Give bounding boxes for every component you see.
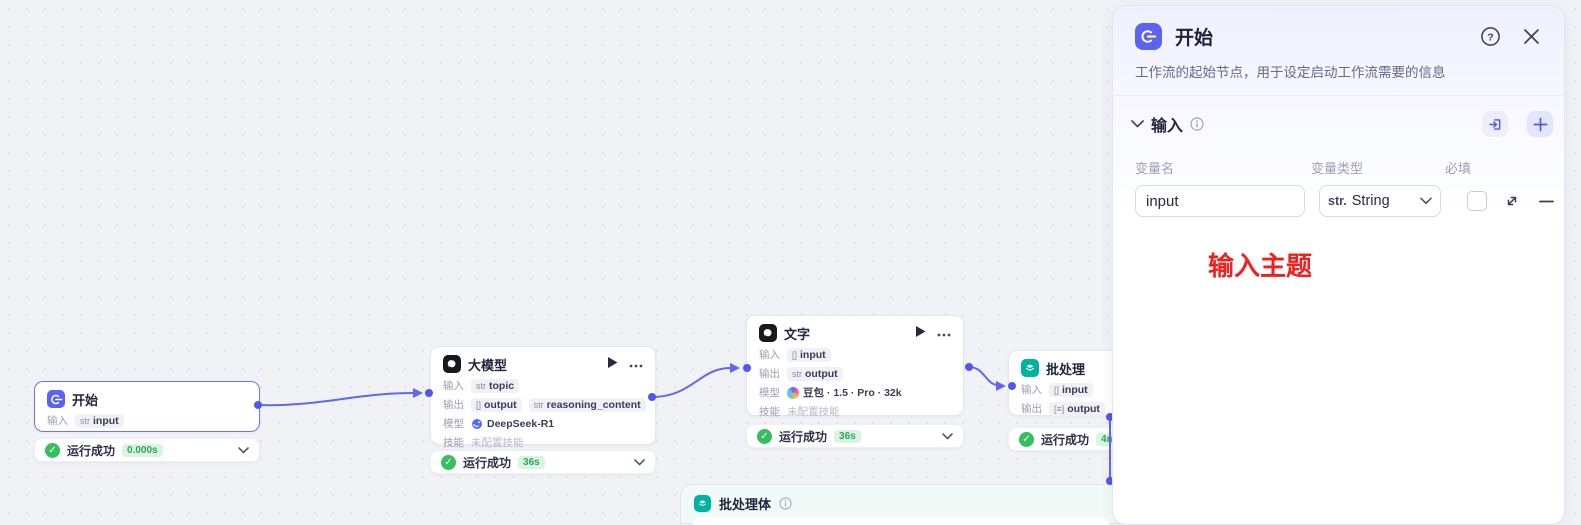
- variable-tag: strtopic: [471, 379, 519, 393]
- row-label: 输出: [1021, 401, 1042, 416]
- play-icon[interactable]: [608, 355, 618, 373]
- row-label: 输入: [1021, 382, 1042, 397]
- column-header-name: 变量名: [1135, 158, 1311, 177]
- row-label: 输出: [443, 397, 464, 412]
- required-checkbox[interactable]: [1467, 191, 1487, 211]
- status-text: 运行成功: [1041, 431, 1089, 448]
- start-icon: [1135, 23, 1162, 50]
- status-bar-llm[interactable]: ✓ 运行成功 36s: [430, 450, 656, 474]
- column-header-required: 必填: [1445, 158, 1471, 177]
- row-label: 模型: [443, 416, 464, 431]
- variable-tag: [≡]output: [1049, 402, 1105, 416]
- close-icon[interactable]: [1523, 28, 1540, 45]
- status-text: 运行成功: [463, 454, 511, 471]
- row-label: 技能: [759, 404, 780, 419]
- batch-body-inner-panel: [693, 517, 1109, 525]
- row-label: 技能: [443, 435, 464, 450]
- info-icon: [1190, 117, 1204, 131]
- row-label: 模型: [759, 385, 780, 400]
- duration-badge: 36s: [834, 430, 861, 443]
- llm-icon: [443, 355, 461, 373]
- input-section-title: 输入: [1151, 112, 1183, 136]
- chevron-down-icon[interactable]: [634, 459, 645, 466]
- success-check-icon: ✓: [1019, 432, 1034, 447]
- variable-tag: stroutput: [787, 367, 843, 381]
- batch-icon: [1021, 359, 1039, 377]
- node-title: 开始: [72, 390, 98, 409]
- remove-variable-icon[interactable]: [1539, 200, 1554, 203]
- text-node-icon: [759, 324, 777, 342]
- duration-badge: 0.000s: [122, 444, 163, 457]
- chevron-down-icon[interactable]: [238, 447, 249, 454]
- edge-llm-to-text: [652, 368, 730, 397]
- variable-tag: []input: [1049, 383, 1093, 397]
- success-check-icon: ✓: [441, 455, 456, 470]
- variable-tag: []output: [471, 398, 522, 412]
- success-check-icon: ✓: [757, 429, 772, 444]
- edge-arrowhead: [413, 388, 423, 398]
- duration-badge: 36s: [518, 456, 545, 469]
- row-label: 输出: [759, 366, 780, 381]
- import-variables-button[interactable]: [1482, 111, 1508, 137]
- panel-description: 工作流的起始节点，用于设定启动工作流需要的信息: [1113, 50, 1564, 96]
- chevron-down-icon[interactable]: [1131, 120, 1144, 128]
- success-check-icon: ✓: [45, 443, 60, 458]
- row-label: 输入: [759, 347, 780, 362]
- node-title: 文字: [784, 324, 810, 343]
- node-title: 批处理体: [719, 494, 771, 513]
- edge-arrowhead: [996, 381, 1006, 391]
- status-bar-text[interactable]: ✓ 运行成功 36s: [746, 424, 964, 448]
- variable-tag: strinput: [75, 414, 124, 428]
- skill-value: 未配置技能: [787, 404, 840, 419]
- start-icon: [47, 390, 65, 408]
- variable-type-select[interactable]: str. String: [1319, 185, 1441, 217]
- info-icon: [779, 497, 792, 510]
- model-name: DeepSeek-R1: [471, 418, 554, 430]
- expand-icon[interactable]: [1504, 193, 1520, 209]
- type-value: String: [1352, 193, 1390, 209]
- status-text: 运行成功: [67, 442, 115, 459]
- row-label: 输入: [47, 413, 68, 428]
- node-start[interactable]: 开始 输入 strinput: [34, 381, 260, 432]
- variable-tag: strreasoning_content: [529, 398, 646, 412]
- variable-row: str. String: [1113, 177, 1564, 217]
- status-bar-start[interactable]: ✓ 运行成功 0.000s: [34, 438, 260, 462]
- node-title: 大模型: [468, 355, 507, 374]
- help-icon[interactable]: ?: [1480, 26, 1501, 47]
- port-dot[interactable]: [965, 363, 973, 371]
- batch-body-icon: [694, 495, 711, 512]
- red-annotation-text: 输入主题: [1208, 246, 1312, 283]
- edge-arrowhead: [730, 363, 740, 373]
- panel-title: 开始: [1175, 23, 1213, 50]
- more-icon[interactable]: [937, 324, 951, 342]
- node-text[interactable]: 文字 输入 []input 输出 stroutput 模型 豆包 · 1.5 ·…: [746, 315, 964, 416]
- deepseek-icon: [471, 418, 483, 430]
- svg-text:?: ?: [1487, 31, 1493, 43]
- doubao-icon: [787, 387, 799, 399]
- chevron-down-icon[interactable]: [942, 433, 953, 440]
- model-name: 豆包 · 1.5 · Pro · 32k: [787, 385, 902, 400]
- skill-value: 未配置技能: [471, 435, 524, 450]
- status-text: 运行成功: [779, 428, 827, 445]
- edge-start-to-llm: [258, 393, 413, 405]
- column-header-type: 变量类型: [1311, 158, 1445, 177]
- variable-name-input[interactable]: [1135, 185, 1305, 217]
- type-prefix: str.: [1328, 194, 1347, 208]
- edge-text-to-batch: [969, 367, 997, 385]
- add-variable-button[interactable]: [1527, 111, 1553, 137]
- node-title: 批处理: [1046, 359, 1085, 378]
- more-icon[interactable]: [629, 355, 643, 373]
- play-icon[interactable]: [916, 324, 926, 342]
- node-batch-body[interactable]: 批处理体: [680, 484, 1120, 524]
- config-panel: 开始 ? 工作流的起始节点，用于设定启动工作流需要的信息 输入 变量名 变量类型…: [1112, 5, 1565, 525]
- node-llm[interactable]: 大模型 输入 strtopic 输出 []output strreasoning…: [430, 346, 656, 445]
- row-label: 输入: [443, 378, 464, 393]
- variable-tag: []input: [787, 348, 831, 362]
- chevron-down-icon: [1420, 197, 1432, 205]
